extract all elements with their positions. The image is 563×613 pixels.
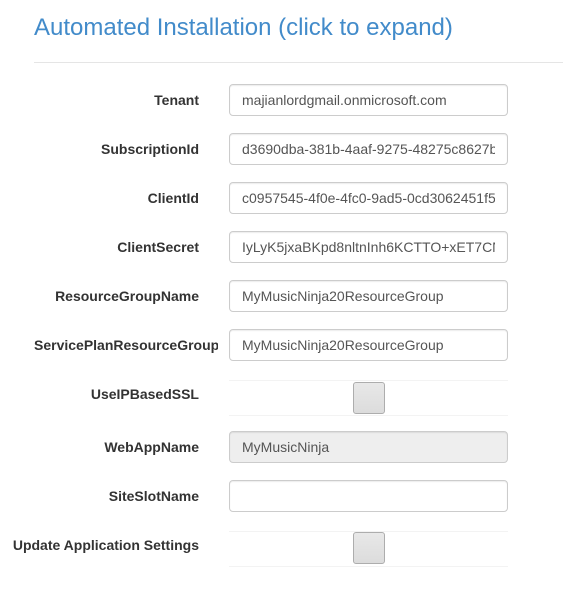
client-id-input[interactable] <box>229 182 508 214</box>
update-application-settings-label: Update Application Settings <box>12 537 199 553</box>
service-plan-resource-group-name-label: ServicePlanResourceGroupName <box>34 337 218 353</box>
site-slot-name-label: SiteSlotName <box>108 488 199 504</box>
use-ip-based-ssl-label: UseIPBasedSSL <box>90 386 199 402</box>
tenant-input[interactable] <box>229 84 508 116</box>
service-plan-resource-group-name-input[interactable] <box>229 329 508 361</box>
subscription-id-label: SubscriptionId <box>101 141 199 157</box>
client-secret-label: ClientSecret <box>117 239 199 255</box>
use-ip-based-ssl-checkbox[interactable] <box>353 382 385 414</box>
subscription-id-input[interactable] <box>229 133 508 165</box>
site-slot-name-input[interactable] <box>229 480 508 512</box>
resource-group-name-label: ResourceGroupName <box>55 288 199 304</box>
client-id-label: ClientId <box>147 190 199 206</box>
client-secret-input[interactable] <box>229 231 508 263</box>
section-title-expander[interactable]: Automated Installation (click to expand) <box>34 14 453 42</box>
title-divider <box>34 62 563 63</box>
resource-group-name-input[interactable] <box>229 280 508 312</box>
web-app-name-label: WebAppName <box>104 439 199 455</box>
update-application-settings-checkbox[interactable] <box>353 532 385 564</box>
web-app-name-input <box>229 431 508 463</box>
tenant-label: Tenant <box>154 92 199 108</box>
